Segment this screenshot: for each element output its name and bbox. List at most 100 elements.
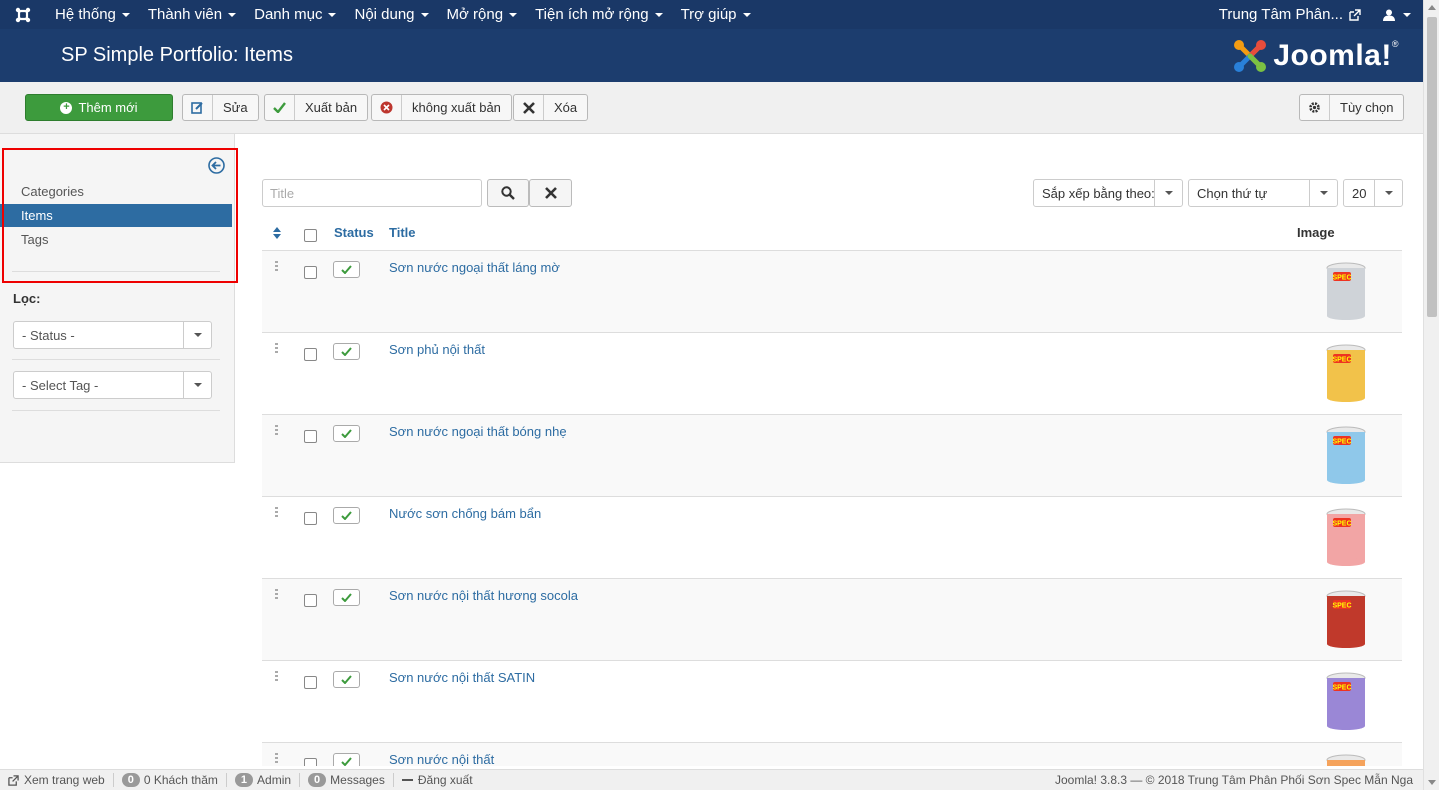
menu-system[interactable]: Hệ thống	[46, 0, 139, 29]
caret-down-icon	[509, 12, 518, 17]
publish-toggle-button[interactable]	[333, 343, 360, 360]
row-checkbox[interactable]	[304, 266, 317, 279]
title-column-header[interactable]: Title	[389, 225, 416, 240]
item-title-link[interactable]: Sơn nước nội thất hương socola	[389, 588, 578, 603]
row-checkbox[interactable]	[304, 430, 317, 443]
copyright: Joomla! 3.8.3 — © 2018 Trung Tâm Phân Ph…	[1054, 773, 1413, 787]
drag-handle-icon[interactable]	[275, 425, 278, 437]
svg-text:SPEC: SPEC	[1332, 439, 1351, 446]
check-icon	[341, 511, 352, 520]
publish-toggle-button[interactable]	[333, 753, 360, 766]
user-icon	[1383, 9, 1395, 21]
caret-down-icon	[228, 12, 237, 17]
publish-button[interactable]: Xuất bản	[264, 94, 369, 121]
delete-button[interactable]: Xóa	[513, 94, 589, 121]
filter-title: Lọc:	[13, 291, 41, 306]
item-title-link[interactable]: Sơn phủ nội thất	[389, 342, 485, 357]
row-checkbox[interactable]	[304, 348, 317, 361]
view-site-link[interactable]: Xem trang web	[0, 773, 114, 787]
check-icon	[341, 593, 352, 602]
logout-link[interactable]: Đăng xuất	[394, 773, 481, 787]
publish-toggle-button[interactable]	[333, 671, 360, 688]
chevron-down-icon	[183, 322, 211, 348]
status-column-header[interactable]: Status	[334, 225, 374, 240]
page-header: SP Simple Portfolio: Items Joomla!®	[0, 29, 1423, 82]
menu-help[interactable]: Trợ giúp	[672, 0, 760, 29]
paint-can-image: SPEC	[1326, 672, 1366, 730]
menu-content[interactable]: Nội dung	[345, 0, 437, 29]
close-icon	[544, 187, 557, 199]
chevron-down-icon	[1374, 180, 1402, 206]
scrollbar-thumb[interactable]	[1427, 17, 1437, 317]
edit-button[interactable]: Sửa	[182, 94, 259, 121]
order-select[interactable]: Chọn thứ tự	[1188, 179, 1338, 207]
messages-link[interactable]: 0 Messages	[300, 773, 394, 787]
user-menu[interactable]	[1371, 9, 1423, 21]
vertical-scrollbar[interactable]	[1423, 0, 1439, 790]
clear-search-button[interactable]	[529, 179, 572, 207]
caret-down-icon	[121, 12, 130, 17]
item-title-link[interactable]: Sơn nước nội thất	[389, 752, 494, 766]
item-title-link[interactable]: Sơn nước ngoại thất láng mờ	[389, 260, 560, 275]
row-checkbox[interactable]	[304, 676, 317, 689]
row-checkbox[interactable]	[304, 512, 317, 525]
table-row: Sơn phủ nội thất SPEC	[262, 333, 1402, 415]
table-row: Nước sơn chống bám bẩn SPEC	[262, 497, 1402, 579]
times-circle-icon	[372, 95, 402, 120]
publish-toggle-button[interactable]	[333, 507, 360, 524]
limit-select[interactable]: 20	[1343, 179, 1403, 207]
drag-handle-icon[interactable]	[275, 753, 278, 765]
visitors-link[interactable]: 00 Khách thăm	[114, 773, 227, 787]
divider	[12, 410, 220, 411]
row-checkbox[interactable]	[304, 594, 317, 607]
search-input[interactable]	[262, 179, 482, 207]
svg-text:SPEC: SPEC	[1332, 685, 1351, 692]
unpublish-button[interactable]: không xuất bản	[371, 94, 512, 121]
check-icon	[341, 675, 352, 684]
menu-components[interactable]: Tiện ích mở rộng	[526, 0, 672, 29]
status-filter-select[interactable]: - Status -	[13, 321, 212, 349]
drag-handle-icon[interactable]	[275, 261, 278, 273]
check-icon	[341, 347, 352, 356]
drag-handle-icon[interactable]	[275, 507, 278, 519]
menu-users[interactable]: Thành viên	[139, 0, 245, 29]
menu-extensions[interactable]: Mở rộng	[438, 0, 527, 29]
tag-filter-select[interactable]: - Select Tag -	[13, 371, 212, 399]
table-row: Sơn nước nội thất SATIN SPEC	[262, 661, 1402, 743]
drag-handle-icon[interactable]	[275, 671, 278, 683]
publish-toggle-button[interactable]	[333, 589, 360, 606]
item-title-link[interactable]: Sơn nước ngoại thất bóng nhẹ	[389, 424, 567, 439]
publish-toggle-button[interactable]	[333, 425, 360, 442]
joomla-brand: Joomla!®	[1231, 37, 1399, 75]
ordering-sort-icon[interactable]	[273, 227, 281, 242]
site-link[interactable]: Trung Tâm Phân...	[1209, 6, 1371, 23]
admins-link[interactable]: 1 Admin	[227, 773, 301, 787]
table-row: Sơn nước nội thất hương socola SPEC	[262, 579, 1402, 661]
edit-icon	[183, 95, 213, 120]
options-button[interactable]: Tùy chọn	[1299, 94, 1405, 121]
menu-menus[interactable]: Danh mục	[245, 0, 345, 29]
publish-toggle-button[interactable]	[333, 261, 360, 278]
paint-can-image: SPEC	[1326, 508, 1366, 566]
search-icon	[501, 186, 515, 200]
scroll-down-icon[interactable]	[1428, 780, 1436, 785]
joomla-menu-icon[interactable]	[0, 0, 46, 29]
item-title-link[interactable]: Sơn nước nội thất SATIN	[389, 670, 535, 685]
paint-can-image: SPEC	[1326, 426, 1366, 484]
search-button[interactable]	[487, 179, 529, 207]
item-title-link[interactable]: Nước sơn chống bám bẩn	[389, 506, 541, 521]
row-checkbox[interactable]	[304, 758, 317, 766]
chevron-down-icon	[1154, 180, 1182, 206]
select-all-checkbox[interactable]	[304, 229, 317, 242]
caret-down-icon	[1403, 12, 1411, 17]
check-icon	[265, 95, 295, 120]
paint-can-image: SPEC	[1326, 262, 1366, 320]
new-button[interactable]: + Thêm mới	[25, 94, 173, 121]
scroll-up-icon[interactable]	[1428, 5, 1436, 10]
check-icon	[341, 429, 352, 438]
svg-text:SPEC: SPEC	[1332, 357, 1351, 364]
drag-handle-icon[interactable]	[275, 589, 278, 601]
drag-handle-icon[interactable]	[275, 343, 278, 355]
sort-by-select[interactable]: Sắp xếp bằng theo:	[1033, 179, 1183, 207]
table-row: Sơn nước nội thất	[262, 743, 1402, 766]
